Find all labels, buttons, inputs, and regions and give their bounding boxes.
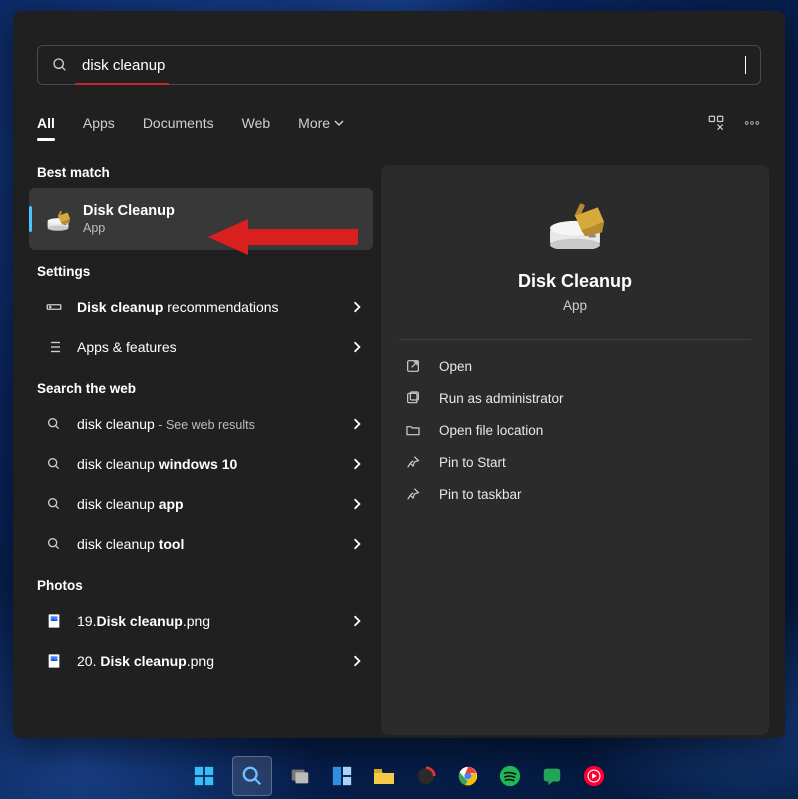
section-settings: Settings	[37, 264, 373, 279]
chevron-right-icon	[351, 615, 363, 627]
tab-all[interactable]: All	[37, 115, 55, 131]
storage-icon	[45, 298, 63, 316]
tab-documents[interactable]: Documents	[143, 115, 214, 131]
chevron-down-icon	[334, 118, 344, 128]
start-button[interactable]	[190, 762, 218, 790]
web-result-3[interactable]: disk cleanup tool	[29, 524, 373, 564]
chrome-icon	[457, 765, 479, 787]
web-result-0[interactable]: disk cleanup - See web results	[29, 404, 373, 444]
chevron-right-icon	[351, 538, 363, 550]
taskbar-file-explorer[interactable]	[370, 762, 398, 790]
youtube-music-icon	[583, 765, 605, 787]
search-icon	[45, 535, 63, 553]
photo-result-0[interactable]: 19.Disk cleanup.png	[29, 601, 373, 641]
settings-item-apps-features[interactable]: Apps & features	[29, 327, 373, 367]
taskbar-app-3[interactable]	[580, 762, 608, 790]
chat-icon	[541, 765, 563, 787]
image-file-icon	[45, 652, 63, 670]
folder-icon	[372, 765, 396, 787]
search-icon	[45, 495, 63, 513]
search-settings-icon[interactable]	[707, 114, 725, 132]
action-pin-start[interactable]: Pin to Start	[399, 446, 751, 478]
action-open[interactable]: Open	[399, 350, 751, 382]
widgets-icon	[331, 765, 353, 787]
tab-web[interactable]: Web	[242, 115, 271, 131]
image-file-icon	[45, 612, 63, 630]
taskbar-chrome[interactable]	[454, 762, 482, 790]
spotify-icon	[499, 765, 521, 787]
chevron-right-icon	[351, 341, 363, 353]
task-view[interactable]	[286, 762, 314, 790]
taskbar-app-2[interactable]	[538, 762, 566, 790]
windows-icon	[193, 765, 215, 787]
circle-app-icon	[415, 765, 437, 787]
tab-apps[interactable]: Apps	[83, 115, 115, 131]
pin-icon	[405, 486, 421, 502]
web-result-2[interactable]: disk cleanup app	[29, 484, 373, 524]
search-icon	[241, 765, 263, 787]
shield-icon	[405, 390, 421, 406]
section-photos: Photos	[37, 578, 373, 593]
text-caret	[745, 56, 746, 74]
best-match-title: Disk Cleanup	[83, 203, 175, 219]
taskbar-widgets[interactable]	[328, 762, 356, 790]
more-options-icon[interactable]	[743, 114, 761, 132]
taskbar	[0, 753, 798, 799]
filter-tabs: All Apps Documents Web More	[37, 107, 761, 139]
pin-icon	[405, 454, 421, 470]
settings-item-disk-cleanup-recommendations[interactable]: Disk cleanup recommendations	[29, 287, 373, 327]
taskbar-search[interactable]	[232, 756, 272, 796]
disk-cleanup-icon	[543, 197, 607, 249]
start-menu-search-panel: All Apps Documents Web More Best match D…	[13, 11, 785, 738]
folder-icon	[405, 422, 421, 438]
best-match-type: App	[83, 221, 175, 235]
photo-result-1[interactable]: 20. Disk cleanup.png	[29, 641, 373, 681]
section-search-web: Search the web	[37, 381, 373, 396]
details-type: App	[399, 298, 751, 313]
best-match-result[interactable]: Disk Cleanup App	[29, 188, 373, 250]
taskbar-spotify[interactable]	[496, 762, 524, 790]
task-view-icon	[289, 765, 311, 787]
divider	[399, 339, 751, 340]
open-icon	[405, 358, 421, 374]
web-result-1[interactable]: disk cleanup windows 10	[29, 444, 373, 484]
search-input[interactable]	[82, 57, 745, 74]
details-title: Disk Cleanup	[399, 271, 751, 292]
search-box[interactable]	[37, 45, 761, 85]
tab-more[interactable]: More	[298, 115, 344, 131]
annotation-underline	[75, 83, 169, 85]
action-open-file-location[interactable]: Open file location	[399, 414, 751, 446]
taskbar-app-1[interactable]	[412, 762, 440, 790]
apps-list-icon	[45, 338, 63, 356]
chevron-right-icon	[351, 655, 363, 667]
chevron-right-icon	[351, 458, 363, 470]
chevron-right-icon	[351, 418, 363, 430]
search-icon	[52, 57, 68, 73]
disk-cleanup-icon	[45, 206, 71, 232]
search-icon	[45, 415, 63, 433]
results-column: Best match Disk Cleanup App Settings Dis…	[29, 165, 373, 735]
action-pin-taskbar[interactable]: Pin to taskbar	[399, 478, 751, 510]
chevron-right-icon	[351, 498, 363, 510]
details-pane: Disk Cleanup App Open Run as administrat…	[381, 165, 769, 735]
search-icon	[45, 455, 63, 473]
section-best-match: Best match	[37, 165, 373, 180]
action-run-as-admin[interactable]: Run as administrator	[399, 382, 751, 414]
chevron-right-icon	[351, 301, 363, 313]
